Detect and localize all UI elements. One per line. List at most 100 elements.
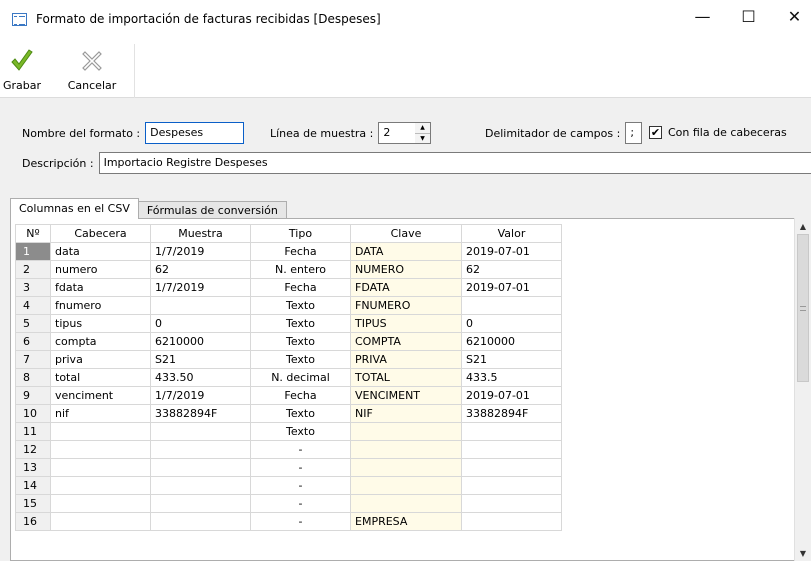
row-number[interactable]: 6 (15, 332, 51, 351)
row-number[interactable]: 12 (15, 440, 51, 459)
tipo-cell[interactable]: Texto (250, 314, 351, 333)
header-cabecera[interactable]: Cabecera (50, 224, 151, 243)
table-row[interactable]: 3 fdata 1/7/2019 Fecha FDATA 2019-07-01 (15, 278, 562, 297)
valor-cell[interactable]: 433.5 (461, 368, 562, 387)
cabecera-cell[interactable] (50, 440, 151, 459)
clave-cell[interactable] (350, 476, 462, 495)
row-number[interactable]: 5 (15, 314, 51, 333)
cabecera-cell[interactable]: nif (50, 404, 151, 423)
header-valor[interactable]: Valor (461, 224, 562, 243)
clave-cell[interactable] (350, 494, 462, 513)
row-number[interactable]: 1 (15, 242, 51, 261)
cabecera-cell[interactable]: tipus (50, 314, 151, 333)
tipo-cell[interactable]: - (250, 494, 351, 513)
muestra-cell[interactable]: S21 (150, 350, 251, 369)
clave-cell[interactable]: FDATA (350, 278, 462, 297)
header-row-checkbox-row[interactable]: ✔ Con fila de cabeceras (649, 126, 787, 139)
valor-cell[interactable] (461, 458, 562, 477)
valor-cell[interactable] (461, 494, 562, 513)
header-row-checkbox[interactable]: ✔ (649, 126, 662, 139)
tipo-cell[interactable]: N. entero (250, 260, 351, 279)
cabecera-cell[interactable] (50, 458, 151, 477)
table-row[interactable]: 10 nif 33882894F Texto NIF 33882894F (15, 404, 562, 423)
valor-cell[interactable]: 33882894F (461, 404, 562, 423)
delimiter-input[interactable]: ; (625, 122, 643, 144)
tipo-cell[interactable]: Texto (250, 350, 351, 369)
muestra-cell[interactable] (150, 494, 251, 513)
clave-cell[interactable]: DATA (350, 242, 462, 261)
valor-cell[interactable]: 6210000 (461, 332, 562, 351)
muestra-cell[interactable]: 1/7/2019 (150, 242, 251, 261)
tipo-cell[interactable]: Fecha (250, 386, 351, 405)
row-number[interactable]: 10 (15, 404, 51, 423)
cabecera-cell[interactable]: numero (50, 260, 151, 279)
tipo-cell[interactable]: - (250, 476, 351, 495)
clave-cell[interactable] (350, 422, 462, 441)
cabecera-cell[interactable] (50, 494, 151, 513)
tipo-cell[interactable]: Texto (250, 296, 351, 315)
clave-cell[interactable]: VENCIMENT (350, 386, 462, 405)
clave-cell[interactable]: PRIVA (350, 350, 462, 369)
tab-conversion-formulas[interactable]: Fórmulas de conversión (137, 201, 287, 219)
save-button[interactable]: Grabar (2, 44, 42, 96)
table-row[interactable]: 4 fnumero Texto FNUMERO (15, 296, 562, 315)
cancel-button[interactable]: Cancelar (62, 44, 122, 96)
valor-cell[interactable] (461, 440, 562, 459)
clave-cell[interactable]: TOTAL (350, 368, 462, 387)
spin-up-icon[interactable]: ▲ (415, 123, 430, 134)
tipo-cell[interactable]: N. decimal (250, 368, 351, 387)
muestra-cell[interactable]: 1/7/2019 (150, 278, 251, 297)
muestra-cell[interactable]: 0 (150, 314, 251, 333)
muestra-cell[interactable] (150, 440, 251, 459)
muestra-cell[interactable]: 6210000 (150, 332, 251, 351)
clave-cell[interactable]: FNUMERO (350, 296, 462, 315)
row-number[interactable]: 2 (15, 260, 51, 279)
valor-cell[interactable]: S21 (461, 350, 562, 369)
row-number[interactable]: 15 (15, 494, 51, 513)
tipo-cell[interactable]: Texto (250, 404, 351, 423)
row-number[interactable]: 8 (15, 368, 51, 387)
valor-cell[interactable]: 2019-07-01 (461, 242, 562, 261)
table-row[interactable]: 12 - (15, 440, 562, 459)
cabecera-cell[interactable] (50, 476, 151, 495)
spin-down-icon[interactable]: ▼ (415, 134, 430, 144)
table-row[interactable]: 2 numero 62 N. entero NUMERO 62 (15, 260, 562, 279)
table-row[interactable]: 9 venciment 1/7/2019 Fecha VENCIMENT 2019-07-… (15, 386, 562, 405)
muestra-cell[interactable]: 62 (150, 260, 251, 279)
valor-cell[interactable]: 62 (461, 260, 562, 279)
cabecera-cell[interactable]: priva (50, 350, 151, 369)
minimize-button[interactable]: — (680, 0, 725, 32)
sample-line-spinner[interactable]: ▲ ▼ (415, 122, 431, 144)
muestra-cell[interactable]: 433.50 (150, 368, 251, 387)
valor-cell[interactable] (461, 512, 562, 531)
row-number[interactable]: 7 (15, 350, 51, 369)
clave-cell[interactable]: COMPTA (350, 332, 462, 351)
header-tipo[interactable]: Tipo (250, 224, 351, 243)
cabecera-cell[interactable]: venciment (50, 386, 151, 405)
header-clave[interactable]: Clave (350, 224, 462, 243)
clave-cell[interactable]: NIF (350, 404, 462, 423)
scroll-down-icon[interactable]: ▼ (795, 546, 811, 560)
tipo-cell[interactable]: Texto (250, 332, 351, 351)
table-row[interactable]: 7 priva S21 Texto PRIVA S21 (15, 350, 562, 369)
muestra-cell[interactable]: 1/7/2019 (150, 386, 251, 405)
tipo-cell[interactable]: - (250, 458, 351, 477)
cabecera-cell[interactable] (50, 512, 151, 531)
table-row[interactable]: 8 total 433.50 N. decimal TOTAL 433.5 (15, 368, 562, 387)
row-number[interactable]: 14 (15, 476, 51, 495)
muestra-cell[interactable] (150, 476, 251, 495)
table-row[interactable]: 11 Texto (15, 422, 562, 441)
row-number[interactable]: 4 (15, 296, 51, 315)
clave-cell[interactable]: TIPUS (350, 314, 462, 333)
tipo-cell[interactable]: Fecha (250, 242, 351, 261)
cabecera-cell[interactable]: fnumero (50, 296, 151, 315)
clave-cell[interactable]: NUMERO (350, 260, 462, 279)
cabecera-cell[interactable]: total (50, 368, 151, 387)
row-number[interactable]: 13 (15, 458, 51, 477)
cabecera-cell[interactable]: compta (50, 332, 151, 351)
tab-csv-columns[interactable]: Columnas en el CSV (10, 198, 139, 219)
tipo-cell[interactable]: - (250, 512, 351, 531)
maximize-button[interactable]: ☐ (726, 0, 771, 32)
clave-cell[interactable] (350, 440, 462, 459)
row-number[interactable]: 9 (15, 386, 51, 405)
